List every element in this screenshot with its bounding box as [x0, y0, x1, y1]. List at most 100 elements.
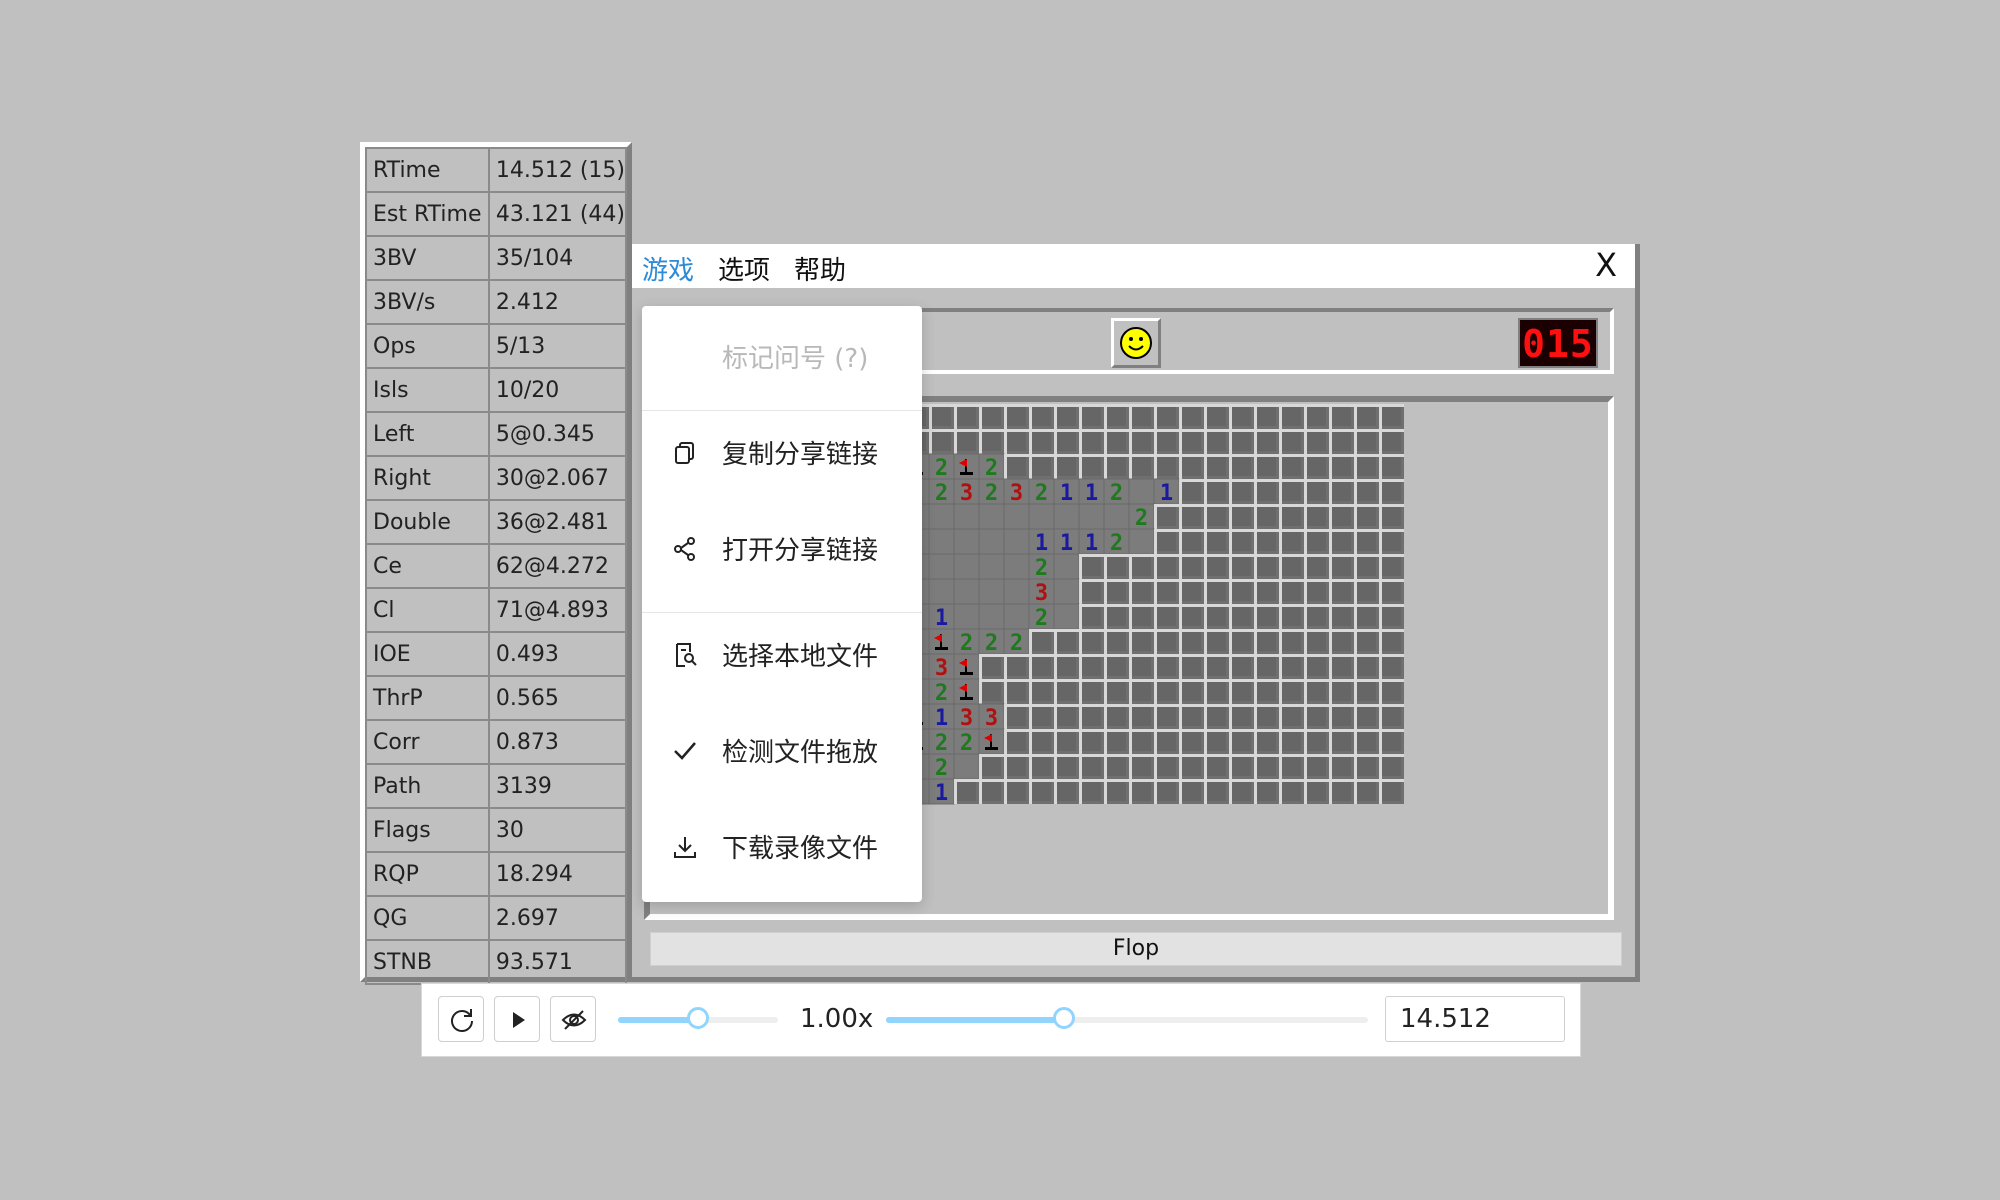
board-cell[interactable] — [1154, 629, 1179, 654]
board-cell[interactable] — [1179, 779, 1204, 804]
play-button[interactable] — [494, 996, 540, 1042]
board-cell[interactable] — [1379, 629, 1404, 654]
board-cell[interactable] — [1129, 404, 1154, 429]
board-cell[interactable] — [978, 728, 1005, 755]
board-cell[interactable] — [1003, 503, 1030, 530]
board-cell[interactable]: 2 — [928, 678, 955, 706]
menu-help[interactable]: 帮助 — [794, 250, 846, 287]
board-cell[interactable] — [1054, 654, 1079, 679]
board-cell[interactable] — [1229, 704, 1254, 729]
menu-item-detect-drag[interactable]: 检测文件拖放 — [642, 720, 922, 780]
board-cell[interactable] — [1254, 754, 1279, 779]
board-cell[interactable] — [978, 553, 1005, 580]
board-cell[interactable] — [953, 503, 980, 530]
board-cell[interactable] — [1053, 553, 1080, 580]
board-cell[interactable] — [1279, 579, 1304, 604]
board-cell[interactable] — [1204, 704, 1229, 729]
board-cell[interactable] — [1079, 629, 1104, 654]
board-cell[interactable] — [1229, 479, 1254, 504]
board-cell[interactable] — [1054, 454, 1079, 479]
board-cell[interactable]: 2 — [1028, 603, 1055, 631]
board-cell[interactable] — [1254, 579, 1279, 604]
board-cell[interactable] — [1104, 679, 1129, 704]
board-cell[interactable] — [1104, 554, 1129, 579]
menu-game[interactable]: 游戏 — [642, 250, 694, 287]
board-cell[interactable] — [979, 654, 1004, 679]
board-cell[interactable] — [1054, 729, 1079, 754]
board-cell[interactable] — [1079, 654, 1104, 679]
board-cell[interactable]: 1 — [1053, 478, 1080, 506]
board-cell[interactable] — [1254, 654, 1279, 679]
board-cell[interactable] — [1229, 729, 1254, 754]
board-cell[interactable] — [1229, 604, 1254, 629]
board-cell[interactable] — [1329, 679, 1354, 704]
board-cell[interactable] — [953, 753, 980, 780]
board-cell[interactable] — [1229, 679, 1254, 704]
menu-item-copy-link[interactable]: 复制分享链接 — [642, 422, 922, 482]
board-cell[interactable] — [1003, 528, 1030, 555]
board-cell[interactable]: 3 — [953, 478, 980, 506]
board-cell[interactable] — [1179, 454, 1204, 479]
board-cell[interactable] — [1104, 654, 1129, 679]
board-cell[interactable] — [1128, 528, 1155, 555]
board-cell[interactable] — [928, 528, 955, 555]
board-cell[interactable] — [1304, 679, 1329, 704]
board-cell[interactable] — [1229, 529, 1254, 554]
board-cell[interactable] — [1304, 454, 1329, 479]
board-cell[interactable]: 3 — [1003, 478, 1030, 506]
board-cell[interactable]: 2 — [1003, 628, 1030, 656]
board-cell[interactable] — [1254, 479, 1279, 504]
board-cell[interactable]: 2 — [1028, 553, 1055, 581]
board-cell[interactable] — [1204, 679, 1229, 704]
board-cell[interactable] — [1029, 779, 1054, 804]
board-cell[interactable] — [1354, 479, 1379, 504]
board-cell[interactable] — [1379, 504, 1404, 529]
board-cell[interactable] — [1379, 554, 1404, 579]
board-cell[interactable] — [1379, 579, 1404, 604]
board-cell[interactable] — [1104, 704, 1129, 729]
board-cell[interactable]: 3 — [953, 703, 980, 731]
board-cell[interactable] — [1154, 554, 1179, 579]
board-cell[interactable] — [1229, 429, 1254, 454]
speed-slider[interactable] — [618, 1007, 778, 1029]
board-cell[interactable] — [1304, 779, 1329, 804]
board-cell[interactable] — [1354, 704, 1379, 729]
board-cell[interactable] — [1129, 454, 1154, 479]
board-cell[interactable] — [1154, 754, 1179, 779]
board-cell[interactable] — [1053, 503, 1080, 530]
board-cell[interactable] — [978, 603, 1005, 630]
board-cell[interactable] — [1304, 729, 1329, 754]
board-cell[interactable] — [1354, 754, 1379, 779]
board-cell[interactable] — [928, 553, 955, 580]
board-cell[interactable] — [1204, 529, 1229, 554]
board-cell[interactable] — [1379, 754, 1404, 779]
board-cell[interactable] — [1229, 404, 1254, 429]
board-cell[interactable] — [928, 578, 955, 605]
board-cell[interactable] — [1054, 679, 1079, 704]
board-cell[interactable] — [1029, 754, 1054, 779]
board-cell[interactable] — [1354, 579, 1379, 604]
board-cell[interactable] — [1354, 629, 1379, 654]
board-cell[interactable] — [953, 528, 980, 555]
board-cell[interactable] — [1279, 404, 1304, 429]
board-cell[interactable] — [1229, 579, 1254, 604]
board-cell[interactable]: 2 — [928, 478, 955, 506]
board-cell[interactable] — [1329, 729, 1354, 754]
board-cell[interactable] — [1254, 504, 1279, 529]
board-cell[interactable] — [1079, 704, 1104, 729]
board-cell[interactable] — [1029, 704, 1054, 729]
board-cell[interactable] — [1329, 779, 1354, 804]
board-cell[interactable] — [1329, 479, 1354, 504]
board-cell[interactable] — [1104, 629, 1129, 654]
board-cell[interactable] — [1254, 404, 1279, 429]
board-cell[interactable] — [1329, 579, 1354, 604]
board-cell[interactable] — [1304, 504, 1329, 529]
board-cell[interactable] — [1254, 729, 1279, 754]
board-cell[interactable] — [1129, 654, 1154, 679]
smiley-face-button[interactable] — [1111, 318, 1161, 368]
board-cell[interactable] — [954, 779, 979, 804]
board-cell[interactable] — [1304, 479, 1329, 504]
board-cell[interactable] — [1129, 604, 1154, 629]
board-cell[interactable] — [1029, 729, 1054, 754]
board-cell[interactable] — [1179, 679, 1204, 704]
